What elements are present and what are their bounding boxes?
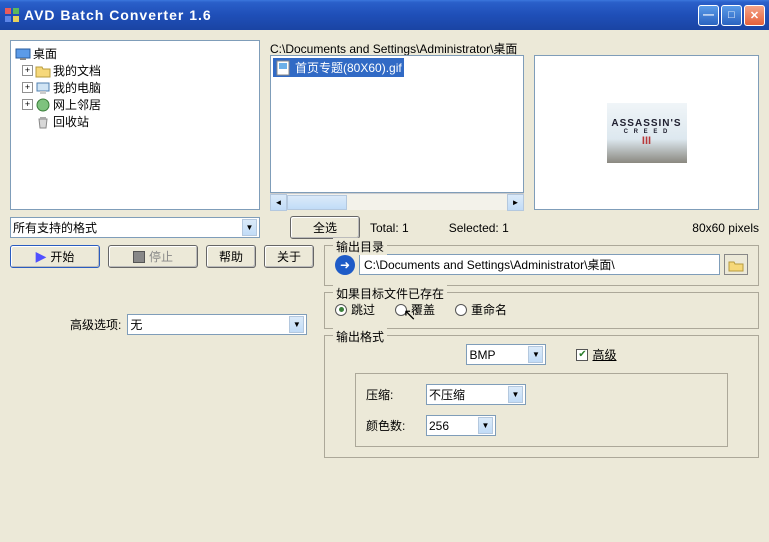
scroll-right-button[interactable]: ► — [507, 194, 524, 211]
expand-icon[interactable]: + — [22, 82, 33, 93]
scroll-left-button[interactable]: ◄ — [270, 194, 287, 211]
tree-item[interactable]: 回收站 — [15, 113, 255, 130]
preview-image: ASSASSIN'S C R E E D III — [607, 103, 687, 163]
current-path: C:\Documents and Settings\Administrator\… — [270, 40, 524, 55]
radio-icon — [395, 304, 407, 316]
format-filter-select[interactable]: 所有支持的格式 ▼ — [10, 217, 260, 238]
expand-icon[interactable]: + — [22, 65, 33, 76]
preview-panel: ASSASSIN'S C R E E D III — [534, 55, 759, 210]
file-list[interactable]: 首页专题(80X60).gif — [270, 55, 524, 193]
scroll-track[interactable] — [287, 195, 507, 210]
chevron-down-icon: ▼ — [478, 417, 493, 434]
fieldset-legend: 如果目标文件已存在 — [333, 285, 447, 302]
tree-label: 桌面 — [33, 45, 57, 62]
select-value: 不压缩 — [429, 386, 508, 403]
select-all-button[interactable]: 全选 — [290, 216, 360, 239]
folder-open-icon — [728, 258, 744, 272]
tree-item[interactable]: + 网上邻居 — [15, 96, 255, 113]
chevron-down-icon: ▼ — [289, 316, 304, 333]
overwrite-fieldset: 如果目标文件已存在 跳过 覆盖 重命名 ↖ — [324, 292, 759, 329]
about-button[interactable]: 关于 — [264, 245, 314, 268]
desktop-icon — [15, 46, 31, 62]
radio-icon — [455, 304, 467, 316]
tree-label: 我的电脑 — [53, 79, 101, 96]
computer-icon — [35, 80, 51, 96]
start-button[interactable]: ▶ 开始 — [10, 245, 100, 268]
pixels-label: 80x60 pixels — [692, 221, 759, 235]
tree-label: 我的文档 — [53, 62, 101, 79]
total-label: Total: 1 — [370, 221, 409, 235]
titlebar[interactable]: AVD Batch Converter 1.6 — □ ✕ — [0, 0, 769, 30]
compress-label: 压缩: — [366, 386, 426, 403]
radio-skip[interactable]: 跳过 — [335, 301, 375, 318]
format-options-fieldset: 压缩: 不压缩 ▼ 颜色数: 256 ▼ — [355, 373, 728, 447]
stop-icon — [133, 251, 145, 263]
output-dir-fieldset: 输出目录 ➜ C:\Documents and Settings\Adminis… — [324, 245, 759, 286]
close-button[interactable]: ✕ — [744, 5, 765, 26]
play-icon: ▶ — [36, 248, 47, 265]
folder-icon — [35, 63, 51, 79]
minimize-button[interactable]: — — [698, 5, 719, 26]
fieldset-legend: 输出目录 — [333, 238, 387, 255]
horizontal-scrollbar[interactable]: ◄ ► — [270, 193, 524, 210]
output-dir-input[interactable]: C:\Documents and Settings\Administrator\… — [359, 254, 720, 275]
tree-root[interactable]: 桌面 — [15, 45, 255, 62]
stop-button[interactable]: 停止 — [108, 245, 198, 268]
tree-item[interactable]: + 我的电脑 — [15, 79, 255, 96]
colors-select[interactable]: 256 ▼ — [426, 415, 496, 436]
help-button[interactable]: 帮助 — [206, 245, 256, 268]
recycle-bin-icon — [35, 114, 51, 130]
radio-icon — [335, 304, 347, 316]
image-file-icon — [275, 60, 291, 76]
list-item[interactable]: 首页专题(80X60).gif — [273, 58, 404, 77]
select-value: 无 — [130, 316, 289, 333]
select-value: BMP — [469, 348, 528, 362]
app-icon — [4, 7, 20, 23]
network-icon — [35, 97, 51, 113]
colors-label: 颜色数: — [366, 417, 426, 434]
fieldset-legend: 输出格式 — [333, 328, 387, 345]
tree-label: 网上邻居 — [53, 96, 101, 113]
list-item-label: 首页专题(80X60).gif — [295, 59, 402, 76]
tree-label: 回收站 — [53, 113, 89, 130]
select-value: 256 — [429, 419, 478, 433]
arrow-right-icon: ➜ — [335, 255, 355, 275]
select-value: 所有支持的格式 — [13, 219, 242, 236]
radio-rename[interactable]: 重命名 — [455, 301, 507, 318]
tree-item[interactable]: + 我的文档 — [15, 62, 255, 79]
compress-select[interactable]: 不压缩 ▼ — [426, 384, 526, 405]
maximize-button[interactable]: □ — [721, 5, 742, 26]
output-format-select[interactable]: BMP ▼ — [466, 344, 546, 365]
adv-option-select[interactable]: 无 ▼ — [127, 314, 307, 335]
adv-option-label: 高级选项: — [70, 316, 121, 333]
chevron-down-icon: ▼ — [508, 386, 523, 403]
expand-icon[interactable]: + — [22, 99, 33, 110]
scroll-thumb[interactable] — [287, 195, 347, 210]
chevron-down-icon: ▼ — [242, 219, 257, 236]
advanced-checkbox[interactable]: ✔ 高级 — [576, 346, 616, 363]
output-format-fieldset: 输出格式 BMP ▼ ✔ 高级 压缩: 不压缩 — [324, 335, 759, 458]
checkbox-icon: ✔ — [576, 349, 588, 361]
folder-tree[interactable]: 桌面 + 我的文档 + 我的电脑 + 网上邻居 — [10, 40, 260, 210]
browse-button[interactable] — [724, 254, 748, 275]
selected-label: Selected: 1 — [449, 221, 509, 235]
window-title: AVD Batch Converter 1.6 — [24, 7, 698, 23]
radio-overwrite[interactable]: 覆盖 — [395, 301, 435, 318]
chevron-down-icon: ▼ — [528, 346, 543, 363]
